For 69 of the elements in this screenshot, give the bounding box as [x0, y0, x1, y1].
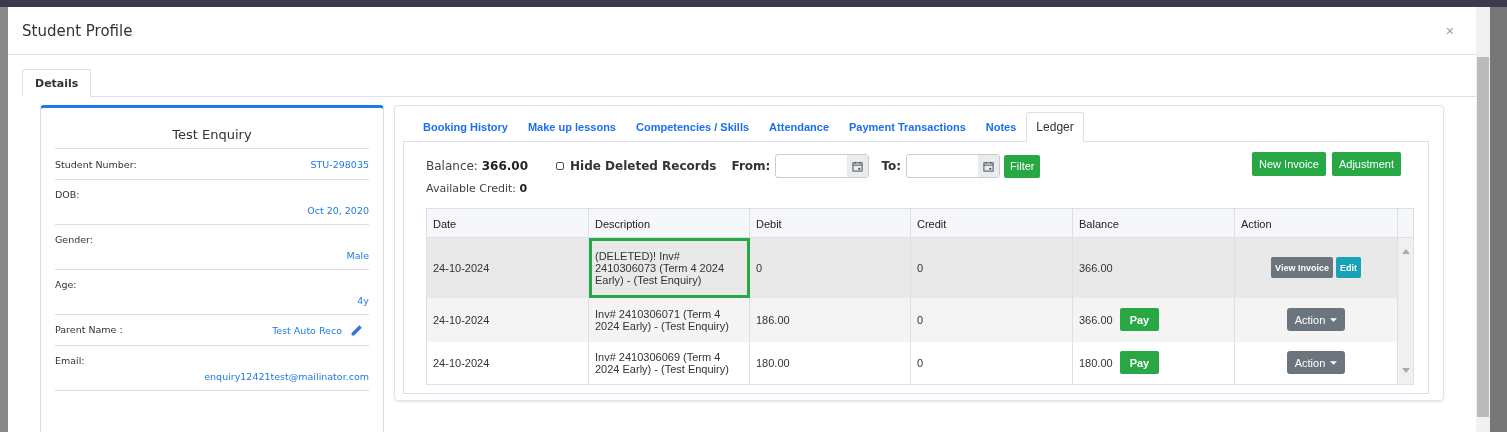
calendar-icon [983, 160, 995, 172]
checkbox[interactable] [556, 162, 565, 170]
table-cell: 0 [910, 237, 1073, 298]
date-field[interactable] [775, 154, 870, 178]
edit-button[interactable]: Edit [1335, 257, 1361, 279]
table-cell: 0 [910, 341, 1073, 385]
table-cell: 366.00 [1079, 261, 1113, 274]
from-label: From: [731, 159, 771, 173]
field-label: DOB: [55, 189, 81, 200]
table-cell: 24-10-2024 [426, 297, 589, 342]
student-name: Test Enquiry [55, 108, 369, 149]
column-header: Debit [749, 208, 911, 238]
field-value: Oct 20, 2020 [307, 205, 369, 216]
field-value: enquiry12421test@mailinator.com [204, 371, 369, 382]
field-label: Age: [55, 279, 78, 290]
column-header: Action [1234, 208, 1398, 238]
action-dropdown[interactable]: Action [1286, 308, 1346, 331]
filter-button[interactable]: Filter [1004, 154, 1041, 178]
tab[interactable]: Notes [975, 112, 1027, 141]
table-cell: 180.00 [749, 341, 911, 385]
table-cell: 24-10-2024 [426, 237, 589, 298]
field-label: Parent Name : [55, 324, 123, 335]
field-label: Gender: [55, 234, 95, 245]
date-field[interactable] [906, 154, 1001, 178]
column-header: Description [588, 208, 750, 238]
tab[interactable]: Attendance [759, 112, 839, 141]
action-dropdown[interactable]: Action [1286, 351, 1346, 375]
field-value: Male [346, 250, 369, 261]
to-label: To: [881, 159, 902, 173]
table-cell: Inv# 2410306071 (Term 4 2024 Early) - (Test Enquiry) [588, 297, 750, 342]
tab[interactable]: Make up lessons [517, 112, 626, 141]
field-value: 4y [357, 295, 369, 306]
table-cell: 0 [910, 297, 1073, 342]
table-cell: Inv# 2410306069 (Term 4 2024 Early) - (Test Enquiry) [588, 341, 750, 385]
tab[interactable]: Booking History [413, 112, 518, 141]
credit-text: Available Credit: 0 [426, 182, 529, 195]
scroll-down-arrow-icon[interactable] [1401, 368, 1410, 373]
table-cell: (DELETED)! Inv# 2410306073 (Term 4 2024 Early) - (Test Enquiry) [588, 237, 750, 298]
field-value: Test Auto Reco [272, 325, 342, 336]
scroll-up-arrow-icon[interactable] [1401, 249, 1410, 254]
table-cell: 0 [749, 237, 911, 298]
table-cell: 186.00 [749, 297, 911, 342]
caret-icon [1330, 317, 1338, 322]
close-button[interactable]: × [1439, 21, 1460, 40]
pay-button[interactable]: Pay [1119, 308, 1160, 331]
tab[interactable]: Details [22, 69, 92, 97]
field-label: Student Number: [55, 159, 137, 170]
table-cell: 24-10-2024 [426, 341, 589, 385]
action-button[interactable]: Adjustment [1331, 152, 1401, 176]
column-header: Balance [1072, 208, 1235, 238]
pencil-icon[interactable] [350, 324, 363, 337]
checkbox-label: Hide Deleted Records [570, 159, 717, 173]
column-header: Credit [910, 208, 1073, 238]
scrollbar[interactable] [1476, 7, 1490, 432]
caret-icon [1330, 360, 1338, 365]
balance-text: Balance: 366.00 [426, 159, 529, 173]
action-button[interactable]: New Invoice [1252, 152, 1326, 176]
tab[interactable]: Competencies / Skills [626, 112, 760, 141]
view-invoice-button[interactable]: View Invoice [1271, 257, 1333, 279]
table-cell: 180.00 [1079, 356, 1113, 369]
field-value: STU-298035 [310, 159, 369, 170]
tab[interactable]: Payment Transactions [839, 112, 976, 141]
window-title: Student Profile [22, 21, 133, 40]
tab[interactable]: Ledger [1026, 112, 1084, 142]
calendar-icon [852, 160, 864, 172]
field-label: Email: [55, 355, 86, 366]
column-header: Date [426, 208, 589, 238]
pay-button[interactable]: Pay [1119, 351, 1160, 375]
table-cell: 366.00 [1079, 313, 1113, 326]
